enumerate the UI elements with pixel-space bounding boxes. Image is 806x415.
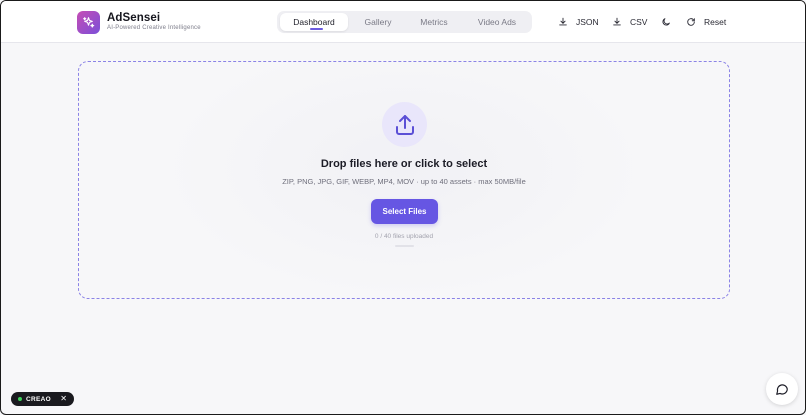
moon-icon bbox=[662, 18, 670, 26]
close-icon[interactable]: ✕ bbox=[60, 394, 67, 403]
theme-toggle-button[interactable] bbox=[661, 15, 679, 29]
sparkles-icon bbox=[83, 17, 95, 28]
upload-progress-text: 0 / 40 files uploaded bbox=[374, 233, 434, 240]
tab-video-ads[interactable]: Video Ads bbox=[466, 13, 528, 31]
brand-title: AdSensei bbox=[107, 12, 161, 24]
reset-label: Reset bbox=[704, 17, 727, 27]
export-json-label: JSON bbox=[576, 17, 599, 27]
upload-progress-bar bbox=[395, 245, 414, 247]
tab-dashboard[interactable]: Dashboard bbox=[280, 13, 348, 31]
tab-gallery[interactable]: Gallery bbox=[351, 13, 405, 31]
creao-badge[interactable]: CREAO ✕ bbox=[11, 392, 74, 406]
brand-logo[interactable] bbox=[77, 11, 100, 34]
reset-button[interactable]: Reset bbox=[686, 15, 726, 29]
drop-zone-subtitle: ZIP, PNG, JPG, GIF, WEBP, MP4, MOV · up … bbox=[282, 177, 526, 186]
active-tab-indicator bbox=[310, 28, 323, 30]
brand-subtitle: AI-Powered Creative Intelligence bbox=[107, 25, 201, 31]
app-window: AdSensei AI-Powered Creative Intelligenc… bbox=[0, 0, 806, 415]
upload-icon-circle bbox=[382, 102, 427, 147]
chat-button[interactable] bbox=[766, 373, 798, 405]
export-csv-label: CSV bbox=[630, 17, 648, 27]
tab-dashboard-label: Dashboard bbox=[293, 17, 335, 27]
creao-badge-label: CREAO bbox=[26, 395, 51, 403]
upload-icon bbox=[395, 114, 414, 135]
status-dot bbox=[18, 397, 22, 401]
top-header: AdSensei AI-Powered Creative Intelligenc… bbox=[1, 1, 805, 43]
export-csv-button[interactable]: CSV bbox=[612, 15, 647, 29]
download-icon bbox=[613, 17, 621, 26]
export-json-button[interactable]: JSON bbox=[558, 15, 599, 29]
tab-metrics[interactable]: Metrics bbox=[407, 13, 461, 31]
download-icon bbox=[559, 17, 567, 26]
select-files-button[interactable]: Select Files bbox=[371, 199, 438, 224]
chat-bubble-icon bbox=[776, 384, 788, 395]
drop-zone-title: Drop files here or click to select bbox=[320, 158, 488, 170]
main-tabs: Dashboard Gallery Metrics Video Ads bbox=[277, 11, 532, 33]
file-drop-zone[interactable]: Drop files here or click to select ZIP, … bbox=[78, 61, 730, 299]
refresh-icon bbox=[687, 18, 695, 26]
